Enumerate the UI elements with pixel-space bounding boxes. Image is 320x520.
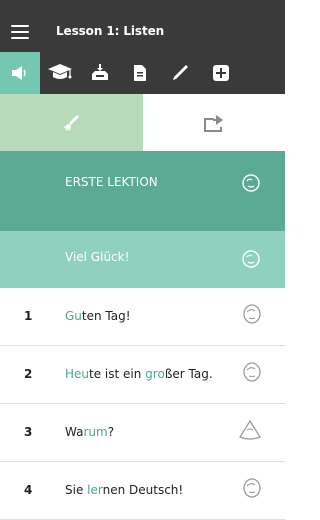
greeting-text: Viel Glück!: [65, 250, 130, 264]
face-icon[interactable]: [242, 303, 262, 325]
face-icon[interactable]: [241, 249, 261, 269]
tab-add[interactable]: [200, 52, 242, 94]
brush-icon: [63, 114, 79, 130]
highlighted-syllable: gro: [145, 367, 165, 381]
tab-download[interactable]: [80, 52, 120, 94]
app-bar: Lesson 1: Listen: [0, 0, 285, 52]
face-icon[interactable]: [242, 361, 262, 383]
text-segment: Wa: [65, 425, 84, 439]
mode-toggle-right[interactable]: [143, 94, 285, 151]
highlighted-syllable: ler: [87, 483, 103, 497]
text-segment: te ist ein: [89, 367, 146, 381]
lesson-title: ERSTE LEKTION: [65, 175, 158, 189]
face-button[interactable]: [242, 303, 262, 329]
highlighted-syllable: Gu: [65, 309, 82, 323]
row-number: 1: [24, 309, 33, 323]
toolbar: [0, 52, 285, 94]
highlighted-syllable: Heu: [65, 367, 90, 381]
list-item[interactable]: 3 Warum?: [0, 404, 285, 462]
text-segment: ten Tag!: [81, 309, 131, 323]
tab-learn[interactable]: [40, 52, 80, 94]
face-button[interactable]: [242, 477, 262, 503]
face-icon[interactable]: [238, 419, 262, 441]
list-item[interactable]: 2 Heute ist ein großer Tag.: [0, 346, 285, 404]
inbox-download-icon: [92, 64, 108, 80]
repeat-icon: [204, 114, 223, 132]
greeting-banner[interactable]: Viel Glück!: [0, 231, 285, 288]
speaker-icon: [12, 66, 26, 80]
face-icon[interactable]: [242, 477, 262, 499]
plus-box-icon: [213, 65, 229, 81]
sentence-text: Heute ist ein großer Tag.: [65, 346, 213, 403]
row-number: 4: [24, 483, 33, 497]
face-button[interactable]: [238, 419, 262, 445]
list-item[interactable]: 4 Sie lernen Deutsch!: [0, 462, 285, 520]
document-icon: [134, 65, 146, 81]
face-icon[interactable]: [241, 173, 261, 193]
lesson-title-banner: ERSTE LEKTION: [0, 151, 285, 231]
menu-icon[interactable]: [11, 25, 29, 39]
tab-write[interactable]: [160, 52, 200, 94]
text-segment: Sie: [65, 483, 88, 497]
highlighted-syllable: rum: [83, 425, 108, 439]
row-number: 3: [24, 425, 33, 439]
text-segment: ?: [107, 425, 115, 439]
pencil-icon: [173, 65, 188, 80]
graduation-cap-icon: [48, 64, 72, 79]
sentence-text: Sie lernen Deutsch!: [65, 462, 183, 519]
sentence-text: Warum?: [65, 404, 114, 461]
page-title: Lesson 1: Listen: [56, 24, 165, 38]
row-number: 2: [24, 367, 33, 381]
mode-toggle-left[interactable]: [0, 94, 143, 151]
text-segment: nen Deutsch!: [102, 483, 184, 497]
face-button[interactable]: [242, 361, 262, 387]
tab-listen[interactable]: [0, 52, 40, 94]
text-segment: ßer Tag.: [164, 367, 213, 381]
sentence-text: Guten Tag!: [65, 288, 131, 345]
list-item[interactable]: 1 Guten Tag!: [0, 288, 285, 346]
tab-document[interactable]: [120, 52, 160, 94]
